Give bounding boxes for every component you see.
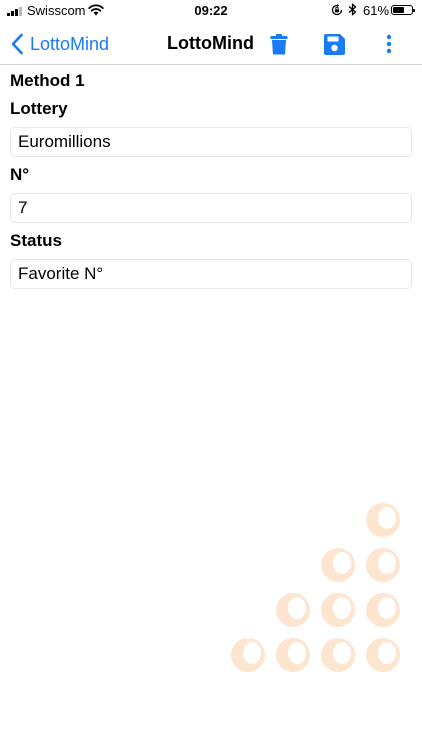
number-field[interactable]: 7 [10, 193, 412, 223]
back-button[interactable]: LottoMind [10, 32, 109, 56]
lottery-ball [231, 638, 265, 672]
lottery-ball [276, 638, 310, 672]
lottery-ball [321, 548, 355, 582]
number-label: N° [10, 165, 30, 184]
lottery-balls-logo [231, 503, 400, 672]
section-title: Method 1 [10, 71, 85, 90]
chevron-left-icon [11, 33, 23, 55]
status-label: Status [10, 231, 62, 250]
page-title: LottoMind [167, 33, 254, 53]
more-options-button[interactable] [376, 31, 402, 57]
lottery-field[interactable]: Euromillions [10, 127, 412, 157]
rotation-lock-icon [331, 4, 343, 16]
clock: 09:22 [194, 3, 228, 18]
battery-icon [391, 5, 415, 15]
lottery-ball [366, 593, 400, 627]
method-form: Method 1 Lottery Euromillions N° 7 Statu… [10, 66, 412, 289]
delete-button[interactable] [266, 31, 292, 57]
lottery-label: Lottery [10, 99, 68, 118]
bluetooth-icon [348, 3, 357, 16]
trash-icon [270, 33, 288, 54]
navigation-bar: LottoMind LottoMind [0, 22, 422, 65]
save-icon [323, 33, 345, 55]
lottery-ball [321, 593, 355, 627]
lottery-ball [366, 503, 400, 537]
save-button[interactable] [321, 31, 347, 57]
lottery-ball [276, 593, 310, 627]
lottery-ball [366, 638, 400, 672]
back-button-label: LottoMind [30, 33, 110, 54]
lottery-ball [321, 638, 355, 672]
status-bar: Swisscom 09:22 61% [0, 0, 422, 22]
battery-percent: 61% [363, 3, 390, 18]
more-vertical-icon [386, 34, 392, 54]
status-field[interactable]: Favorite N° [10, 259, 412, 289]
lottery-ball [366, 548, 400, 582]
